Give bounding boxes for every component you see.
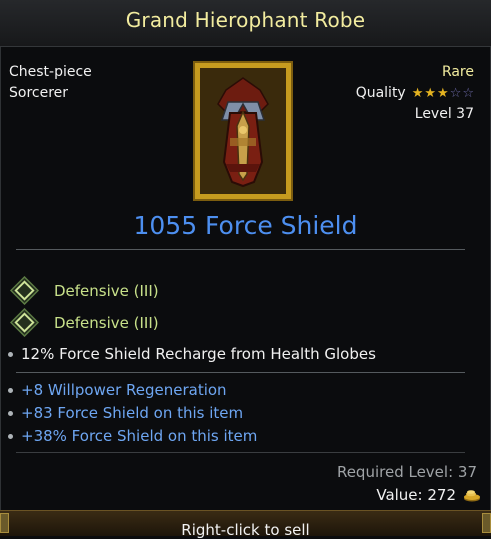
item-class: Sorcerer (9, 85, 69, 101)
affix-stat: +38% Force Shield on this item (8, 427, 257, 445)
frame-corner-ornament (0, 513, 9, 533)
affix-stat: +83 Force Shield on this item (8, 404, 243, 422)
socket-label: Defensive (III) (54, 313, 159, 332)
star-filled-icon: ★ (437, 86, 449, 101)
socket-label: Defensive (III) (54, 281, 159, 300)
affix-text: +38% Force Shield on this item (21, 427, 258, 445)
item-quality-info: Rare Quality ★ ★ ★ ☆ ☆ Level 37 (356, 62, 474, 125)
tooltip-footer: Right-click to sell (0, 510, 491, 539)
diamond-gem-icon (10, 308, 39, 337)
frame-corner-ornament (482, 513, 491, 533)
divider (16, 452, 465, 453)
item-level: Level 37 (414, 106, 474, 122)
required-level: Required Level: 37 (336, 463, 477, 481)
quality-label: Quality (355, 85, 406, 101)
bullet-icon (8, 387, 13, 393)
affix-stat: +8 Willpower Regeneration (8, 381, 227, 399)
star-filled-icon: ★ (424, 86, 437, 101)
tooltip-header: Grand Hierophant Robe (0, 0, 491, 47)
star-empty-icon: ☆ (462, 86, 474, 101)
divider (16, 249, 465, 250)
item-rarity: Rare (441, 64, 474, 80)
quality-row: Quality ★ ★ ★ ☆ ☆ (356, 83, 474, 104)
item-type-info: Chest-piece Sorcerer (9, 62, 92, 104)
quality-stars: ★ ★ ★ ☆ ☆ (412, 83, 474, 104)
item-slot: Chest-piece (9, 64, 92, 80)
bullet-icon (8, 433, 13, 439)
affix-text: +8 Willpower Regeneration (21, 381, 227, 399)
star-filled-icon: ★ (411, 86, 424, 101)
item-portrait (193, 61, 293, 201)
affix-text: +83 Force Shield on this item (21, 404, 244, 422)
implicit-stat: 12% Force Shield Recharge from Health Gl… (8, 345, 376, 363)
primary-stat: 1055 Force Shield (133, 211, 358, 240)
item-value: Value: 272 (376, 486, 481, 504)
bullet-icon (8, 410, 13, 416)
item-name: Grand Hierophant Robe (125, 8, 366, 32)
socket-row: Defensive (III) (10, 308, 159, 337)
gold-coins-icon (464, 489, 480, 501)
robe-icon (200, 68, 286, 194)
implicit-stat-text: 12% Force Shield Recharge from Health Gl… (21, 345, 376, 363)
bullet-icon (8, 351, 13, 357)
star-empty-icon: ☆ (449, 86, 462, 101)
sell-hint: Right-click to sell (181, 521, 310, 539)
value-text: Value: 272 (376, 486, 456, 504)
diamond-gem-icon (10, 276, 39, 305)
divider (16, 372, 465, 373)
socket-row: Defensive (III) (10, 276, 159, 305)
